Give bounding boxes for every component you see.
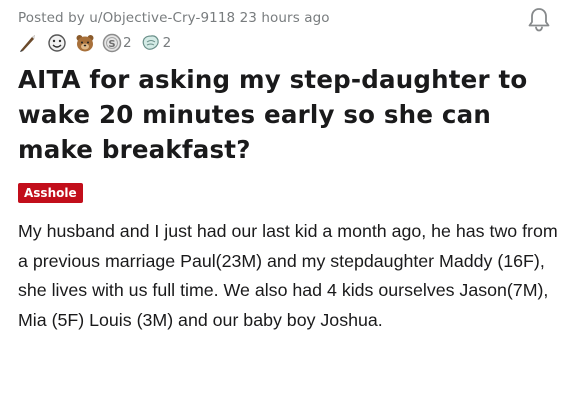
post-title[interactable]: AITA for asking my step-daughter to wake… bbox=[18, 62, 548, 167]
post-body: My husband and I just had our last kid a… bbox=[18, 221, 558, 330]
bear-award-icon[interactable] bbox=[74, 33, 96, 53]
helpful-award-icon[interactable]: 2 bbox=[140, 33, 174, 53]
pen-award-icon[interactable] bbox=[18, 33, 40, 53]
silver-award-icon[interactable]: S 2 bbox=[102, 33, 134, 53]
post-container: Posted by u/Objective-Cry-9118 23 hours … bbox=[0, 0, 568, 410]
smiley-award-icon[interactable] bbox=[46, 33, 68, 53]
post-meta[interactable]: Posted by u/Objective-Cry-9118 23 hours … bbox=[18, 8, 550, 28]
silver-award-count: 2 bbox=[123, 35, 132, 51]
post-flair-badge[interactable]: Asshole bbox=[18, 183, 83, 203]
notification-bell-icon[interactable] bbox=[526, 6, 552, 34]
helpful-award-count: 2 bbox=[162, 35, 172, 51]
svg-text:S: S bbox=[108, 39, 115, 50]
awards-row: S 2 2 bbox=[18, 32, 550, 54]
